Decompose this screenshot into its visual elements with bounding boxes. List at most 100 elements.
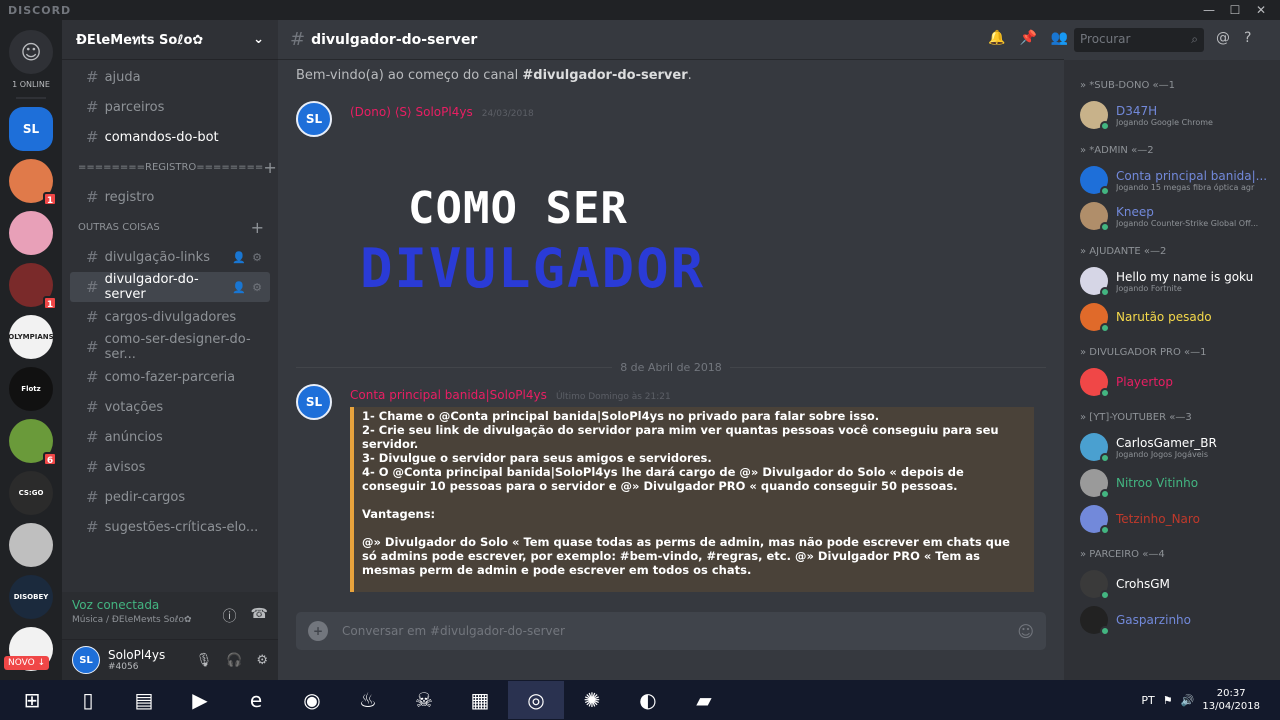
- avatar[interactable]: SL: [296, 384, 332, 420]
- server-icon[interactable]: [9, 523, 53, 567]
- taskbar-app-icon[interactable]: e: [228, 681, 284, 719]
- at-icon[interactable]: @: [1216, 30, 1230, 46]
- member-item[interactable]: D347H Jogando Google Chrome: [1080, 97, 1280, 133]
- channel-name: como-fazer-parceria: [104, 369, 236, 385]
- category-registro[interactable]: ========REGISTRO======== +: [62, 152, 278, 182]
- member-item[interactable]: Conta principal banida|... Jogando 15 meg…: [1080, 162, 1280, 198]
- taskbar-app-icon[interactable]: ♨: [340, 681, 396, 719]
- message-author[interactable]: (Dono) ⟨S⟩ SoloPl4ys: [350, 105, 473, 119]
- maximize-icon[interactable]: ☐: [1224, 1, 1246, 19]
- emoji-icon[interactable]: ☺: [1017, 622, 1034, 641]
- member-item[interactable]: Hello my name is goku Jogando Fortnite: [1080, 263, 1280, 299]
- message-embed: 1- Chame o @Conta principal banida|SoloP…: [350, 407, 1034, 592]
- avatar: [1080, 202, 1110, 232]
- member-item[interactable]: Gasparzinho: [1080, 602, 1280, 638]
- close-icon[interactable]: ✕: [1250, 1, 1272, 19]
- member-item[interactable]: Tetzinho_Naro: [1080, 501, 1280, 537]
- members-icon[interactable]: 👥: [1051, 30, 1068, 46]
- channel-item[interactable]: # sugestões-críticas-elo...: [70, 512, 270, 542]
- channel-item[interactable]: # pedir-cargos: [70, 482, 270, 512]
- bell-icon[interactable]: 🔔: [988, 30, 1005, 46]
- member-item[interactable]: CrohsGM: [1080, 566, 1280, 602]
- search-input[interactable]: Procurar ⌕: [1074, 28, 1204, 52]
- member-item[interactable]: Kneep Jogando Counter-Strike Global Off..…: [1080, 198, 1280, 234]
- gear-icon[interactable]: ⚙: [252, 281, 262, 294]
- hash-icon: #: [86, 68, 99, 86]
- server-icon[interactable]: 6: [9, 419, 57, 466]
- message-composer[interactable]: + Conversar em #divulgador-do-server ☺: [296, 612, 1046, 650]
- server-icon[interactable]: OLYMPIANS: [8, 315, 54, 359]
- channel-item[interactable]: # registro: [70, 182, 270, 212]
- category-outras[interactable]: OUTRAS COISAS +: [62, 212, 278, 242]
- channel-item[interactable]: # divulgação-links 👤 ⚙: [70, 242, 270, 272]
- taskbar-app-icon[interactable]: ▰: [676, 681, 732, 719]
- message-author[interactable]: Conta principal banida|SoloPl4ys: [350, 388, 547, 402]
- member-item[interactable]: Playertop: [1080, 364, 1280, 400]
- flag-icon[interactable]: ⚑: [1163, 694, 1173, 707]
- server-label: Flotz: [21, 385, 41, 393]
- message-timestamp: Último Domingo às 21:21: [555, 392, 671, 402]
- language-indicator[interactable]: PT: [1141, 694, 1154, 707]
- taskbar-app-icon[interactable]: ◎: [508, 681, 564, 719]
- pin-icon[interactable]: 📌: [1019, 30, 1036, 46]
- channel-item[interactable]: # anúncios: [70, 422, 270, 452]
- channel-item[interactable]: # divulgador-do-server 👤 ⚙: [70, 272, 270, 302]
- member-item[interactable]: Nitroo Vitinho: [1080, 465, 1280, 501]
- taskbar-app-icon[interactable]: ▦: [452, 681, 508, 719]
- channel-item[interactable]: # como-fazer-parceria: [70, 362, 270, 392]
- guild-header[interactable]: ƉEƖeMeทts Soℓo✿ ⌄: [62, 20, 278, 60]
- avatar[interactable]: SL: [296, 101, 332, 137]
- gear-icon[interactable]: ⚙: [252, 251, 262, 264]
- server-icon[interactable]: [9, 211, 53, 255]
- chat-main: # divulgador-do-server 🔔 📌 👥 Procurar ⌕ …: [278, 20, 1204, 680]
- start-button[interactable]: ⊞: [4, 681, 60, 719]
- channel-item[interactable]: # cargos-divulgadores: [70, 302, 270, 332]
- invite-icon[interactable]: 👤: [232, 251, 246, 264]
- help-icon[interactable]: ?: [1244, 30, 1251, 46]
- channel-item[interactable]: # como-ser-designer-do-ser...: [70, 332, 270, 362]
- channel-item[interactable]: # parceiros: [70, 92, 270, 122]
- member-item[interactable]: Narutão pesado: [1080, 299, 1280, 335]
- invite-icon[interactable]: 👤: [232, 281, 246, 294]
- taskbar-app-icon[interactable]: ✺: [564, 681, 620, 719]
- channel-item[interactable]: # comandos-do-bot: [70, 122, 270, 152]
- server-icon[interactable]: CS:GO: [9, 471, 53, 515]
- taskbar-app-icon[interactable]: ◉: [284, 681, 340, 719]
- taskbar-app-icon[interactable]: ▶: [172, 681, 228, 719]
- add-channel-icon[interactable]: +: [263, 158, 276, 177]
- taskbar-app-icon[interactable]: ▯: [60, 681, 116, 719]
- embed-line: 1- Chame o @Conta principal banida|SoloP…: [362, 409, 880, 423]
- disconnect-icon[interactable]: ☎: [251, 606, 268, 626]
- taskbar-app-icon[interactable]: ◐: [620, 681, 676, 719]
- headphones-icon[interactable]: 🎧: [226, 653, 242, 668]
- avatar[interactable]: SL: [72, 646, 100, 674]
- info-icon[interactable]: ⓘ: [223, 606, 237, 626]
- window-controls: — ☐ ✕: [1198, 1, 1272, 19]
- taskbar-app-icon[interactable]: ▤: [116, 681, 172, 719]
- message-list: Bem-vindo(a) ao começo do canal #divulga…: [278, 62, 1064, 592]
- channel-item[interactable]: # avisos: [70, 452, 270, 482]
- server-icon[interactable]: Flotz: [9, 367, 53, 411]
- upload-icon[interactable]: +: [308, 621, 328, 641]
- server-icon[interactable]: DISOBEY: [9, 575, 53, 619]
- channel-name: sugestões-críticas-elo...: [104, 519, 259, 535]
- server-icon[interactable]: 1: [9, 159, 57, 206]
- server-label: SL: [22, 122, 40, 136]
- taskbar-app-icon[interactable]: ☠: [396, 681, 452, 719]
- server-icon[interactable]: SL: [9, 107, 53, 151]
- role-header: » DIVULGADOR PRO «—1: [1080, 347, 1207, 358]
- channel-item[interactable]: # ajuda: [70, 62, 270, 92]
- microphone-icon[interactable]: 🎙: [196, 653, 213, 668]
- channel-item[interactable]: # votações: [70, 392, 270, 422]
- channel-name: divulgação-links: [104, 249, 210, 265]
- member-item[interactable]: CarlosGamer_BR Jogando Jogos Jogáveis: [1080, 429, 1280, 465]
- volume-icon[interactable]: 🔊: [1181, 694, 1195, 707]
- new-mentions-badge[interactable]: NOVO ↓: [4, 656, 50, 670]
- add-channel-icon[interactable]: +: [251, 218, 264, 237]
- friends-icon[interactable]: ☺: [9, 30, 53, 74]
- minimize-icon[interactable]: —: [1198, 1, 1220, 19]
- server-icon[interactable]: 1: [9, 263, 57, 310]
- clock[interactable]: 20:37 13/04/2018: [1202, 687, 1260, 713]
- message-image[interactable]: COMO SER DIVULGADOR: [360, 183, 703, 303]
- gear-icon[interactable]: ⚙: [256, 653, 268, 668]
